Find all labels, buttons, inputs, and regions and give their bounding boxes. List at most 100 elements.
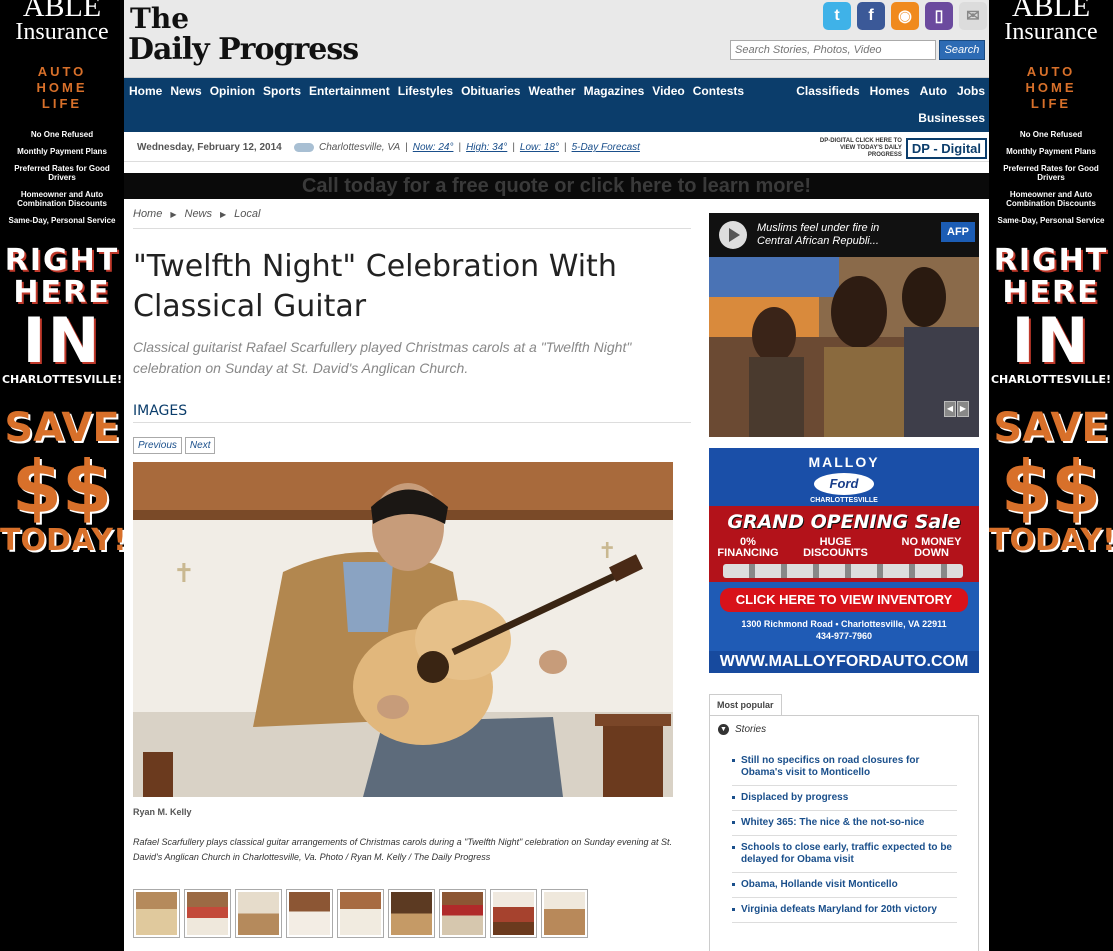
- images-heading: IMAGES: [133, 403, 691, 423]
- site-logo[interactable]: Daily Progress: [128, 32, 359, 67]
- main-photo[interactable]: ✝ ✝: [133, 462, 673, 797]
- left-side-ad[interactable]: ABLE Insurance AUTO HOME LIFE No One Ref…: [0, 0, 127, 951]
- play-icon[interactable]: [719, 221, 747, 249]
- ad-right: RIGHT: [4, 243, 120, 278]
- nav-lifestyles[interactable]: Lifestyles: [398, 84, 453, 98]
- video-nav: ◀ ▶: [944, 401, 969, 417]
- dealer-street: 1300 Richmond Road • Charlottesville, VA…: [741, 619, 947, 629]
- search-button[interactable]: Search: [939, 40, 985, 60]
- nav-news[interactable]: News: [170, 84, 201, 98]
- nav-businesses[interactable]: Businesses: [918, 111, 985, 125]
- ad-save: SAVE $$ TODAY!: [989, 407, 1113, 557]
- nav-classifieds[interactable]: Classifieds: [796, 84, 859, 98]
- forecast-link[interactable]: 5-Day Forecast: [572, 142, 640, 153]
- ad-lines: AUTO HOME LIFE: [989, 64, 1113, 112]
- thumbnail[interactable]: [286, 889, 333, 938]
- next-button[interactable]: Next: [184, 437, 216, 454]
- ad-dollars: $$: [1000, 445, 1102, 529]
- thumbnail[interactable]: [235, 889, 282, 938]
- right-side-ad[interactable]: ABLE Insurance AUTO HOME LIFE No One Ref…: [989, 0, 1113, 951]
- email-icon[interactable]: ✉: [959, 2, 987, 30]
- view-inventory-button[interactable]: CLICK HERE TO VIEW INVENTORY: [720, 588, 968, 612]
- rss-icon[interactable]: ◉: [891, 2, 919, 30]
- nav-magazines[interactable]: Magazines: [584, 84, 645, 98]
- ad-feature: Homeowner and Auto Combination Discounts: [17, 190, 107, 208]
- nav-home[interactable]: Home: [129, 84, 162, 98]
- nav-weather[interactable]: Weather: [528, 84, 575, 98]
- masthead: The Daily Progress t f ◉ ▯ ✉ Search: [124, 0, 989, 78]
- nav-homes[interactable]: Homes: [870, 84, 910, 98]
- video-header: Muslims feel under fire in Central Afric…: [709, 213, 979, 257]
- popular-story[interactable]: Whitey 365: The nice & the not-so-nice: [732, 811, 957, 836]
- popular-story[interactable]: Displaced by progress: [732, 786, 957, 811]
- stories-toggle[interactable]: ▼ Stories: [718, 724, 970, 735]
- banner-ad[interactable]: Call today for a free quote or click her…: [124, 173, 989, 199]
- grand-opening: GRAND OPENING Sale 0% FINANCING HUGE DIS…: [709, 506, 979, 582]
- malloy-city: CHARLOTTESVILLE: [810, 497, 878, 504]
- facebook-icon[interactable]: f: [857, 2, 885, 30]
- ad-save-word: SAVE: [4, 405, 120, 451]
- ad-dollars: $$: [11, 445, 113, 529]
- nav-video[interactable]: Video: [652, 84, 684, 98]
- nav-entertainment[interactable]: Entertainment: [309, 84, 390, 98]
- dp-digital-link[interactable]: DP-DIGITAL CLICK HERE TO VIEW TODAY'S DA…: [808, 138, 987, 159]
- nav-opinion[interactable]: Opinion: [210, 84, 255, 98]
- thumbnail[interactable]: [439, 889, 486, 938]
- search-bar: Search: [730, 40, 985, 60]
- offer-no-money-down: NO MONEY DOWN: [901, 536, 962, 559]
- weather-low[interactable]: Low: 18°: [520, 142, 559, 153]
- breadcrumb-home[interactable]: Home: [133, 208, 162, 222]
- malloy-header: MALLOY Ford CHARLOTTESVILLE: [709, 448, 979, 506]
- ad-right-here: RIGHT HERE IN CHARLOTTESVILLE!: [0, 245, 124, 387]
- ad-features: No One Refused Monthly Payment Plans Pre…: [0, 130, 124, 225]
- weather-city: Charlottesville, VA: [319, 142, 401, 153]
- nav-jobs[interactable]: Jobs: [957, 84, 985, 98]
- cars-image: [723, 564, 963, 578]
- ad-feature: No One Refused: [30, 130, 94, 139]
- ad-brand-sub: Insurance: [1004, 19, 1098, 45]
- popular-story[interactable]: Obama, Hollande visit Monticello: [732, 873, 957, 898]
- video-title[interactable]: Muslims feel under fire in Central Afric…: [757, 222, 917, 248]
- article-headline: "Twelfth Night" Celebration With Classic…: [133, 249, 617, 324]
- date-weather-bar: Wednesday, February 12, 2014 Charlottesv…: [124, 132, 989, 162]
- weather-high[interactable]: High: 34°: [466, 142, 507, 153]
- ad-right-here: RIGHT HERE IN CHARLOTTESVILLE!: [989, 245, 1113, 387]
- ad-right: RIGHT: [993, 243, 1109, 278]
- ad-in: IN: [22, 304, 102, 377]
- breadcrumb-local[interactable]: Local: [234, 208, 260, 222]
- thumbnail[interactable]: [133, 889, 180, 938]
- search-input[interactable]: [730, 40, 936, 60]
- popular-story[interactable]: Schools to close early, traffic expected…: [732, 836, 957, 873]
- previous-button[interactable]: Previous: [133, 437, 182, 454]
- thumbnail[interactable]: [184, 889, 231, 938]
- breadcrumb-news[interactable]: News: [185, 208, 213, 222]
- ad-line-auto: AUTO: [37, 64, 87, 79]
- popular-story[interactable]: Virginia defeats Maryland for 20th victo…: [732, 898, 957, 923]
- sidebar: Muslims feel under fire in Central Afric…: [709, 213, 979, 951]
- most-popular-box: ▼ Stories Still no specifics on road clo…: [709, 715, 979, 951]
- popular-story[interactable]: Still no specifics on road closures for …: [732, 749, 957, 786]
- nav-obituaries[interactable]: Obituaries: [461, 84, 520, 98]
- nav-auto[interactable]: Auto: [920, 84, 947, 98]
- thumbnail[interactable]: [337, 889, 384, 938]
- photo-caption: Rafael Scarfullery plays classical guita…: [133, 837, 672, 862]
- mobile-icon[interactable]: ▯: [925, 2, 953, 30]
- video-player[interactable]: Muslims feel under fire in Central Afric…: [709, 213, 979, 437]
- nav-contests[interactable]: Contests: [693, 84, 744, 98]
- most-popular: Most popular ▼ Stories Still no specific…: [709, 694, 979, 951]
- thumbnail[interactable]: [490, 889, 537, 938]
- thumbnail[interactable]: [388, 889, 435, 938]
- malloy-ford-ad[interactable]: MALLOY Ford CHARLOTTESVILLE GRAND OPENIN…: [709, 448, 979, 673]
- thumbnail[interactable]: [541, 889, 588, 938]
- site-logo-the[interactable]: The: [130, 2, 189, 35]
- tab-most-popular[interactable]: Most popular: [709, 694, 782, 715]
- nav-sports[interactable]: Sports: [263, 84, 301, 98]
- ad-feature: Same-Day, Personal Service: [997, 216, 1105, 225]
- video-prev-icon[interactable]: ◀: [944, 401, 956, 417]
- video-next-icon[interactable]: ▶: [957, 401, 969, 417]
- cloud-icon: [294, 143, 314, 152]
- weather-now[interactable]: Now: 24°: [413, 142, 454, 153]
- twitter-icon[interactable]: t: [823, 2, 851, 30]
- dealer-url[interactable]: WWW.MALLOYFORDAUTO.COM: [709, 651, 979, 673]
- page: ABLE Insurance AUTO HOME LIFE No One Ref…: [0, 0, 1113, 951]
